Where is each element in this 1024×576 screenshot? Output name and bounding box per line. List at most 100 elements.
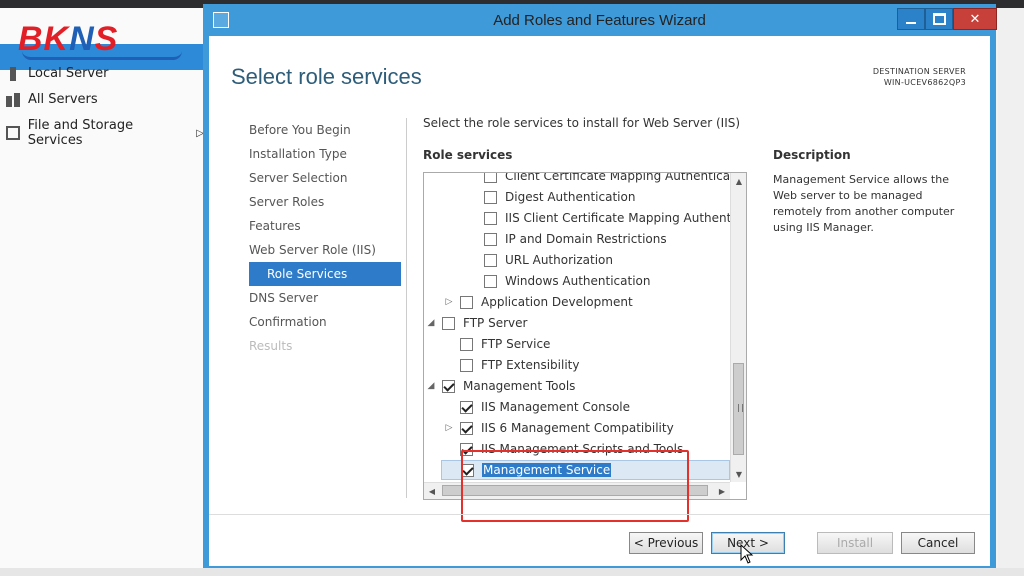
- tree-row-iis-mgmt-console[interactable]: IIS Management Console: [424, 397, 730, 417]
- checkbox[interactable]: [484, 211, 497, 225]
- nav-divider: [406, 118, 407, 498]
- checkbox[interactable]: [484, 173, 497, 183]
- description-text: Management Service allows the Web server…: [773, 173, 955, 234]
- tree-row-ftp-service[interactable]: FTP Service: [424, 334, 730, 354]
- step-role-services[interactable]: Role Services: [249, 262, 401, 286]
- sidebar-item-file-storage[interactable]: File and Storage Services ▷: [6, 118, 204, 148]
- tree-row-url-auth[interactable]: URL Authorization: [424, 250, 730, 270]
- tree-row-ip-domain[interactable]: IP and Domain Restrictions: [424, 229, 730, 249]
- page-title: Select role services: [231, 64, 422, 89]
- tree-row-label: FTP Server: [463, 316, 528, 330]
- maximize-button[interactable]: [925, 8, 953, 30]
- server-icon: [6, 66, 20, 81]
- tree-row-label: Windows Authentication: [505, 274, 651, 288]
- checkbox-checked[interactable]: [460, 421, 473, 435]
- step-before-you-begin[interactable]: Before You Begin: [249, 118, 401, 142]
- description-heading: Description: [773, 148, 851, 162]
- sidebar-item-label: Local Server: [28, 66, 109, 81]
- background-right-edge: [998, 8, 1024, 576]
- logo-swoosh: [22, 51, 182, 60]
- wizard-steps-nav: Before You Begin Installation Type Serve…: [249, 118, 401, 358]
- step-dns-server[interactable]: DNS Server: [249, 286, 401, 310]
- tree-row-digest-auth[interactable]: Digest Authentication: [424, 187, 730, 207]
- tree-row-iis-client-cert[interactable]: IIS Client Certificate Mapping Authentic…: [424, 208, 730, 228]
- tree-row-ftp-server[interactable]: ◢ FTP Server: [424, 313, 730, 333]
- checkbox[interactable]: [484, 190, 497, 204]
- tree-row-ftp-extensibility[interactable]: FTP Extensibility: [424, 355, 730, 375]
- step-server-roles[interactable]: Server Roles: [249, 190, 401, 214]
- checkbox-checked[interactable]: [460, 400, 473, 414]
- window-title: Add Roles and Features Wizard: [493, 12, 706, 29]
- annotation-highlight-box: [461, 450, 689, 522]
- checkbox[interactable]: [484, 232, 497, 246]
- tree-row-label: IP and Domain Restrictions: [505, 232, 667, 246]
- instruction-text: Select the role services to install for …: [423, 116, 741, 130]
- servers-icon: [6, 92, 20, 107]
- tree-viewport: Client Certificate Mapping Authenticatio…: [424, 173, 730, 482]
- install-button: Install: [817, 532, 893, 554]
- step-server-selection[interactable]: Server Selection: [249, 166, 401, 190]
- wizard-content: Select role services DESTINATION SERVER …: [209, 36, 990, 566]
- step-features[interactable]: Features: [249, 214, 401, 238]
- tree-row-label: IIS Management Console: [481, 400, 631, 414]
- tree-row-label: IIS 6 Management Compatibility: [481, 421, 674, 435]
- minimize-button[interactable]: [897, 8, 925, 30]
- mouse-cursor-icon: [740, 544, 754, 564]
- tree-row-label: Management Tools: [463, 379, 576, 393]
- vertical-scrollbar[interactable]: ▲ ▼: [730, 173, 746, 482]
- previous-button[interactable]: < Previous: [629, 532, 703, 554]
- server-manager-sidebar: Local Server All Servers File and Storag…: [0, 8, 205, 576]
- sidebar-item-all-servers[interactable]: All Servers: [6, 92, 98, 107]
- checkbox[interactable]: [442, 316, 455, 330]
- close-icon: ✕: [969, 11, 981, 27]
- tree-row-label: FTP Service: [481, 337, 551, 351]
- background-bottom-strip: [0, 568, 1024, 576]
- expand-arrow-icon[interactable]: ▷: [444, 423, 454, 433]
- tree-row-label: Application Development: [481, 295, 633, 309]
- step-installation-type[interactable]: Installation Type: [249, 142, 401, 166]
- scroll-down-icon[interactable]: ▼: [731, 466, 746, 482]
- checkbox[interactable]: [460, 358, 473, 372]
- minimize-icon: [906, 22, 916, 24]
- cancel-button[interactable]: Cancel: [901, 532, 975, 554]
- tree-row-label: IIS Client Certificate Mapping Authentic…: [505, 211, 730, 225]
- destination-server-name: WIN-UCEV6862QP3: [883, 78, 966, 87]
- tree-row-label: Digest Authentication: [505, 190, 636, 204]
- tree-row-windows-auth[interactable]: Windows Authentication: [424, 271, 730, 291]
- maximize-icon: [932, 13, 946, 25]
- scroll-right-icon[interactable]: ▶: [714, 483, 730, 499]
- tree-row-app-development[interactable]: ▷ Application Development: [424, 292, 730, 312]
- close-button[interactable]: ✕: [953, 8, 997, 30]
- tree-row-label: URL Authorization: [505, 253, 613, 267]
- step-web-server-role[interactable]: Web Server Role (IIS): [249, 238, 401, 262]
- role-services-heading: Role services: [423, 148, 513, 162]
- expand-arrow-icon[interactable]: ▷: [444, 297, 454, 307]
- checkbox[interactable]: [460, 337, 473, 351]
- sidebar-item-local-server[interactable]: Local Server: [6, 66, 108, 81]
- checkbox[interactable]: [484, 253, 497, 267]
- window-titlebar[interactable]: Add Roles and Features Wizard ✕: [203, 4, 997, 36]
- destination-server-info: DESTINATION SERVER WIN-UCEV6862QP3: [873, 66, 966, 88]
- tree-row-label: Client Certificate Mapping Authenticatio…: [505, 173, 730, 183]
- sidebar-item-label: All Servers: [28, 92, 98, 107]
- grip-icon: [738, 404, 743, 412]
- checkbox[interactable]: [484, 274, 497, 288]
- storage-icon: [6, 126, 20, 140]
- wizard-window: Add Roles and Features Wizard ✕ Select r…: [203, 4, 997, 572]
- destination-label: DESTINATION SERVER: [872, 67, 966, 76]
- tree-row-label: FTP Extensibility: [481, 358, 580, 372]
- collapse-arrow-icon[interactable]: ◢: [426, 318, 436, 328]
- step-results: Results: [249, 339, 293, 353]
- checkbox[interactable]: [460, 295, 473, 309]
- tree-row-iis6-compat[interactable]: ▷ IIS 6 Management Compatibility: [424, 418, 730, 438]
- tree-row-client-cert[interactable]: Client Certificate Mapping Authenticatio…: [424, 173, 730, 186]
- scrollbar-thumb[interactable]: [733, 363, 744, 455]
- footer-divider: [209, 514, 990, 515]
- tree-row-management-tools[interactable]: ◢ Management Tools: [424, 376, 730, 396]
- scroll-left-icon[interactable]: ◀: [424, 483, 440, 499]
- sidebar-item-label: File and Storage Services: [27, 118, 134, 148]
- step-confirmation[interactable]: Confirmation: [249, 310, 401, 334]
- collapse-arrow-icon[interactable]: ◢: [426, 381, 436, 391]
- checkbox-checked[interactable]: [442, 379, 455, 393]
- scroll-up-icon[interactable]: ▲: [731, 173, 746, 189]
